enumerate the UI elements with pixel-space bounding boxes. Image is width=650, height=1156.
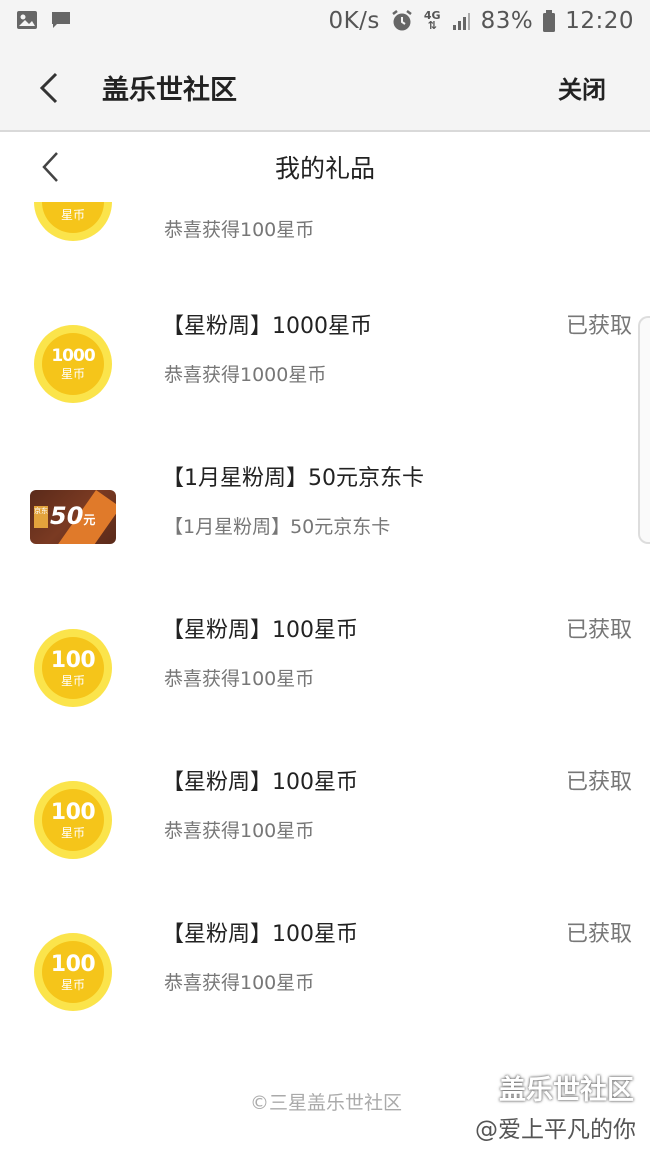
coin-thumbnail: 100 星币 — [34, 781, 112, 859]
gift-list[interactable]: 100 星币 恭喜获得100星币 1000 星币 【星粉周】1000星币 恭喜获… — [0, 202, 650, 1052]
coin-icon: 100 星币 — [34, 933, 112, 1011]
coin-thumbnail: 100 星币 — [34, 629, 112, 707]
gift-title: 【星粉周】100星币 — [162, 922, 358, 947]
gift-title: 【星粉周】1000星币 — [162, 314, 372, 339]
gift-status: 已获取 — [565, 618, 632, 643]
coin-thumbnail: 100 星币 — [34, 202, 112, 241]
gift-subtitle: 恭喜获得100星币 — [164, 972, 315, 994]
gift-subtitle: 恭喜获得100星币 — [164, 820, 315, 842]
notification-icons — [16, 10, 72, 30]
coin-thumbnail: 100 星币 — [34, 933, 112, 1011]
coin-icon: 1000 星币 — [34, 325, 112, 403]
gift-item[interactable]: 100 星币 【星粉周】100星币 恭喜获得100星币 已获取 — [0, 598, 650, 750]
scrollbar-edge[interactable] — [638, 316, 650, 544]
back-arrow-icon[interactable] — [36, 70, 64, 106]
card-unit: 元 — [83, 513, 96, 527]
gift-item[interactable]: 1000 星币 【星粉周】1000星币 恭喜获得1000星币 已获取 — [0, 294, 650, 446]
battery-percent: 83% — [480, 8, 534, 34]
coin-thumbnail: 1000 星币 — [34, 325, 112, 403]
net-speed: 0K/s — [328, 8, 380, 34]
gift-title: 【星粉周】100星币 — [162, 618, 358, 643]
gift-title: 【1月星粉周】50元京东卡 — [162, 466, 424, 491]
card-tag-icon: 京东 — [34, 506, 48, 528]
gift-item[interactable]: 100 星币 恭喜获得100星币 — [0, 202, 650, 262]
gift-item[interactable]: 京东 50元 【1月星粉周】50元京东卡 【1月星粉周】50元京东卡 — [0, 446, 650, 598]
coin-icon: 100 星币 — [34, 781, 112, 859]
message-icon — [52, 12, 70, 28]
alarm-icon — [392, 10, 412, 31]
gift-title: 【星粉周】100星币 — [162, 770, 358, 795]
copyright-text: ©三星盖乐世社区 — [249, 1092, 402, 1114]
jd-card-thumbnail: 京东 50元 — [30, 490, 116, 544]
battery-icon — [543, 10, 556, 32]
status-indicators: 0K/s 4G ⇅ 83% 12:20 — [328, 8, 634, 34]
gift-subtitle: 【1月星粉周】50元京东卡 — [164, 516, 391, 538]
gift-status: 已获取 — [565, 770, 632, 795]
watermark-user: @爱上平凡的你 — [475, 1117, 636, 1143]
coin-icon: 100 星币 — [34, 629, 112, 707]
close-button[interactable]: 关闭 — [558, 70, 606, 105]
gift-status: 已获取 — [565, 922, 632, 947]
card-amount: 50 — [50, 502, 84, 530]
network-type: 4G ⇅ — [423, 9, 441, 32]
signal-icon — [452, 13, 470, 30]
image-icon — [17, 11, 37, 29]
watermark-brand: 盖乐世社区 — [499, 1075, 634, 1106]
gift-subtitle: 恭喜获得100星币 — [164, 219, 315, 241]
clock: 12:20 — [565, 8, 634, 34]
gift-item[interactable]: 100 星币 【星粉周】100星币 恭喜获得100星币 已获取 — [0, 750, 650, 902]
app-title: 盖乐世社区 — [102, 75, 237, 106]
gift-status: 已获取 — [565, 314, 632, 339]
status-bar: 0K/s 4G ⇅ 83% 12:20 — [0, 0, 650, 46]
page-title: 我的礼品 — [274, 154, 375, 183]
gift-subtitle: 恭喜获得100星币 — [164, 668, 315, 690]
gift-subtitle: 恭喜获得1000星币 — [164, 364, 327, 386]
coin-icon: 100 星币 — [34, 202, 112, 241]
page-header: 我的礼品 — [0, 132, 650, 202]
gift-item[interactable]: 100 星币 【星粉周】100星币 恭喜获得100星币 已获取 — [0, 902, 650, 1052]
app-bar: 盖乐世社区 关闭 — [0, 46, 650, 132]
